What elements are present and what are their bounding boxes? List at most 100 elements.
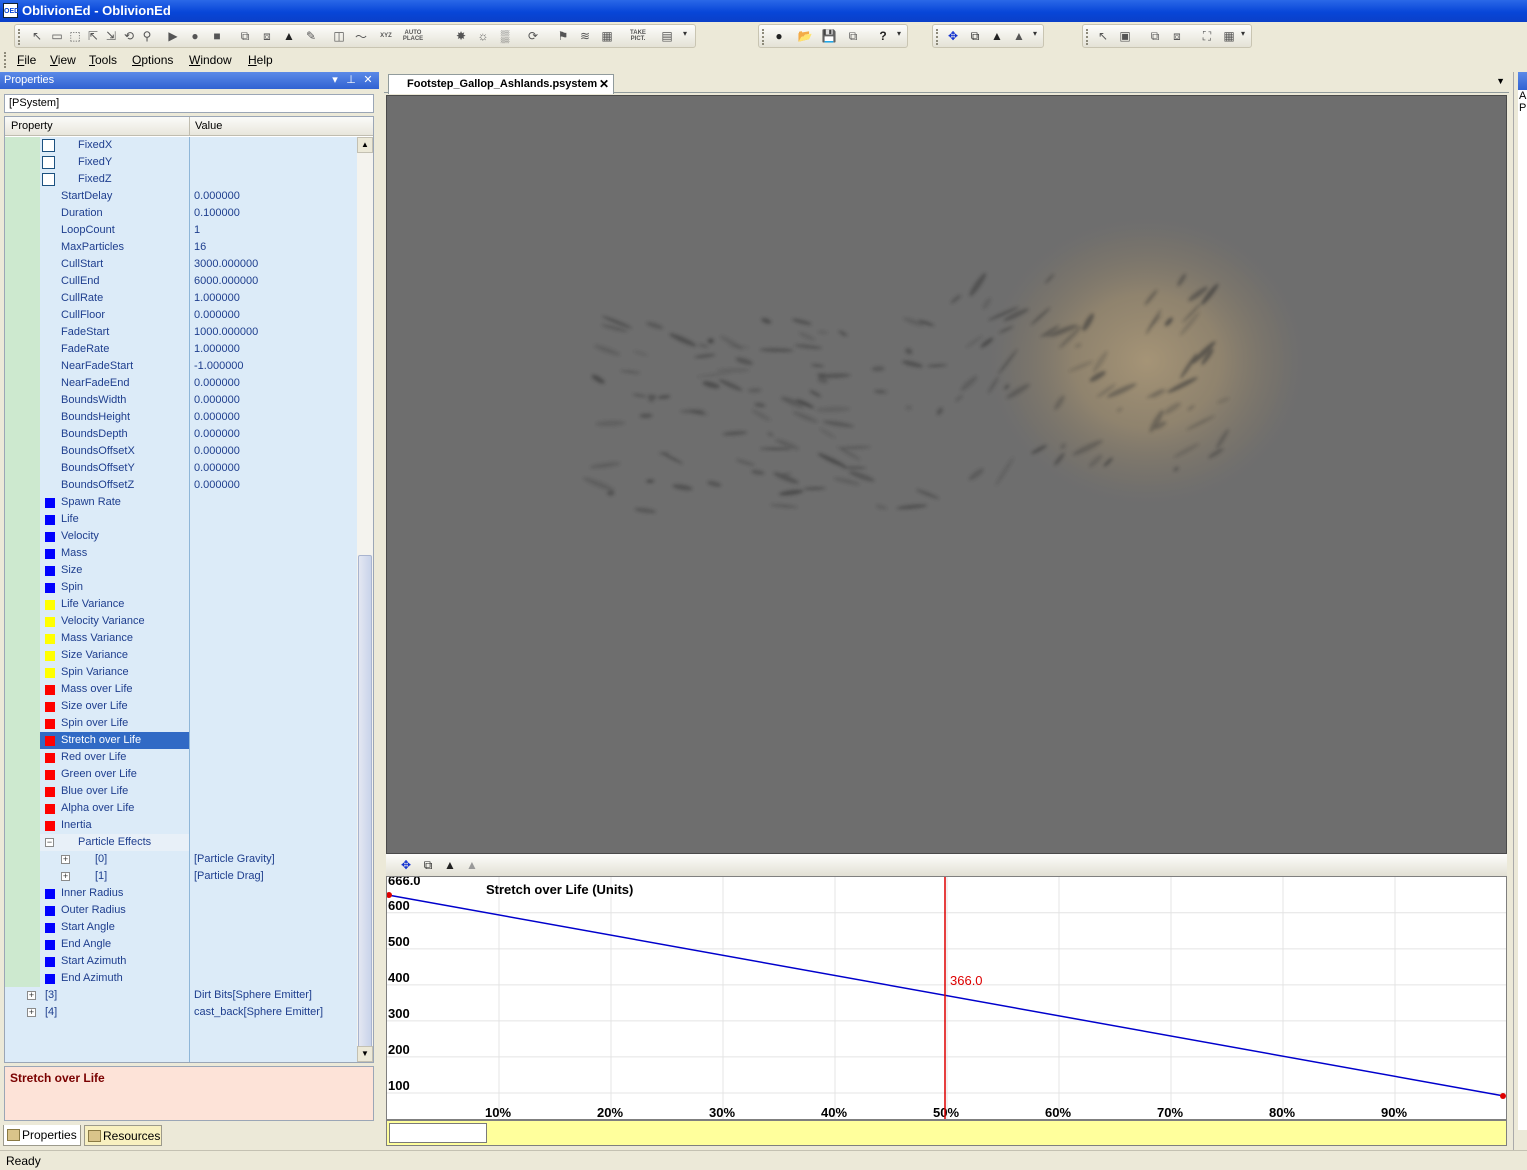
property-value[interactable]	[190, 698, 357, 715]
close-tab-icon[interactable]: ✕	[599, 77, 609, 91]
checkbox[interactable]	[42, 156, 55, 169]
close-panel-icon[interactable]: ✕	[361, 72, 375, 88]
play-icon[interactable]: ▶	[165, 28, 181, 44]
property-row[interactable]: Size over Life	[5, 698, 357, 715]
property-name[interactable]: Inertia	[40, 817, 189, 834]
property-value[interactable]	[190, 919, 357, 936]
property-row[interactable]: LoopCount 1	[5, 222, 357, 239]
particle-viewport[interactable]	[386, 95, 1507, 854]
property-row[interactable]: Inertia	[5, 817, 357, 834]
property-name[interactable]: Velocity	[40, 528, 189, 545]
xyz-button[interactable]: XYZ	[375, 28, 397, 44]
column-property[interactable]: Property	[11, 120, 53, 132]
pattern-icon[interactable]: ▒	[497, 28, 513, 44]
property-name[interactable]: Inner Radius	[40, 885, 189, 902]
layout-grid-icon[interactable]: ▦	[1221, 28, 1237, 44]
property-value[interactable]	[190, 579, 357, 596]
property-name[interactable]: CullRate	[40, 290, 189, 307]
property-value[interactable]	[190, 511, 357, 528]
property-name[interactable]: Spin	[40, 579, 189, 596]
property-row[interactable]: Start Angle	[5, 919, 357, 936]
property-value[interactable]: 0.000000	[190, 409, 357, 426]
property-row[interactable]: BoundsWidth 0.000000	[5, 392, 357, 409]
property-row[interactable]: FadeRate 1.000000	[5, 341, 357, 358]
property-name[interactable]: FadeStart	[40, 324, 189, 341]
toolbar-grip[interactable]	[936, 29, 939, 45]
property-name[interactable]: BoundsOffsetY	[40, 460, 189, 477]
light-icon[interactable]: ✸	[453, 28, 469, 44]
record-icon[interactable]: ●	[187, 28, 203, 44]
property-name[interactable]: Green over Life	[40, 766, 189, 783]
property-row[interactable]: Velocity Variance	[5, 613, 357, 630]
curve-line[interactable]	[387, 894, 1505, 1097]
property-row[interactable]: MaxParticles 16	[5, 239, 357, 256]
toolbar-grip[interactable]	[762, 29, 765, 45]
right-dock-header[interactable]	[1518, 72, 1527, 90]
save-icon[interactable]: 💾	[821, 28, 837, 44]
property-value[interactable]	[190, 834, 357, 851]
property-name[interactable]: FixedZ	[40, 171, 189, 188]
property-row[interactable]: BoundsOffsetZ 0.000000	[5, 477, 357, 494]
property-row[interactable]: Outer Radius	[5, 902, 357, 919]
scroll-up-icon[interactable]: ▲	[357, 137, 373, 153]
property-value[interactable]	[190, 715, 357, 732]
property-value[interactable]: 3000.000000	[190, 256, 357, 273]
property-name[interactable]: Start Angle	[40, 919, 189, 936]
column-value[interactable]: Value	[195, 120, 222, 132]
property-name[interactable]: Duration	[40, 205, 189, 222]
object-selector[interactable]: [PSystem]	[4, 94, 374, 113]
solid-icon[interactable]: ▲	[1011, 28, 1027, 44]
property-value[interactable]	[190, 953, 357, 970]
property-row[interactable]: Start Azimuth	[5, 953, 357, 970]
property-value[interactable]	[190, 647, 357, 664]
toolbar-grip[interactable]	[18, 29, 21, 45]
property-name[interactable]: Particle Effects	[40, 834, 189, 851]
curve-icon[interactable]: 〜	[353, 28, 369, 44]
property-value[interactable]	[190, 902, 357, 919]
toolbar-overflow-icon[interactable]: ▾	[1033, 29, 1037, 38]
property-value[interactable]	[190, 494, 357, 511]
fit-icon[interactable]: ⛶	[1199, 28, 1215, 44]
toolbar-overflow-icon[interactable]: ▾	[1241, 29, 1245, 38]
property-value[interactable]: 6000.000000	[190, 273, 357, 290]
scale-icon[interactable]: ⇲	[103, 28, 119, 44]
curve-cube-icon[interactable]: ⧉	[420, 857, 436, 873]
property-row[interactable]: Mass Variance	[5, 630, 357, 647]
property-row[interactable]: BoundsOffsetY 0.000000	[5, 460, 357, 477]
help-icon[interactable]: ?	[875, 28, 891, 44]
property-value[interactable]: 0.000000	[190, 477, 357, 494]
property-row[interactable]: Spin over Life	[5, 715, 357, 732]
property-name[interactable]: Velocity Variance	[40, 613, 189, 630]
property-name[interactable]: FadeRate	[40, 341, 189, 358]
property-row[interactable]: Size Variance	[5, 647, 357, 664]
property-value[interactable]	[190, 749, 357, 766]
property-name[interactable]: Size over Life	[40, 698, 189, 715]
sun-icon[interactable]: ☼	[475, 28, 491, 44]
pin-icon[interactable]: ⚑	[555, 28, 571, 44]
property-row[interactable]: Stretch over Life	[5, 732, 357, 749]
property-row[interactable]: End Angle	[5, 936, 357, 953]
curve-solid-icon[interactable]: ▲	[464, 857, 480, 873]
property-name[interactable]: End Angle	[40, 936, 189, 953]
marquee-icon[interactable]: ⬚	[67, 28, 83, 44]
property-row[interactable]: [0] [Particle Gravity] +	[5, 851, 357, 868]
checkbox[interactable]	[42, 173, 55, 186]
property-name[interactable]: Stretch over Life	[40, 732, 189, 749]
property-row[interactable]: FixedY	[5, 154, 357, 171]
app-icon[interactable]: OED	[3, 3, 19, 18]
tab-resources[interactable]: Resources	[84, 1125, 162, 1146]
property-row[interactable]: Life Variance	[5, 596, 357, 613]
property-value[interactable]: 0.100000	[190, 205, 357, 222]
property-row[interactable]: Velocity	[5, 528, 357, 545]
property-value[interactable]: 0.000000	[190, 426, 357, 443]
property-value[interactable]: -1.000000	[190, 358, 357, 375]
property-name[interactable]: Mass	[40, 545, 189, 562]
curve-editor[interactable]: 600 500 400 300 200 100 10% 20% 30% 40% 50% 60% 70%…	[386, 873, 1507, 1120]
property-name[interactable]: CullEnd	[40, 273, 189, 290]
curve-key-end[interactable]	[1500, 1093, 1506, 1099]
property-row[interactable]: Particle Effects −	[5, 834, 357, 851]
property-row[interactable]: BoundsOffsetX 0.000000	[5, 443, 357, 460]
move-view-icon[interactable]: ✥	[945, 28, 961, 44]
property-value[interactable]	[190, 732, 357, 749]
property-row[interactable]: Mass over Life	[5, 681, 357, 698]
